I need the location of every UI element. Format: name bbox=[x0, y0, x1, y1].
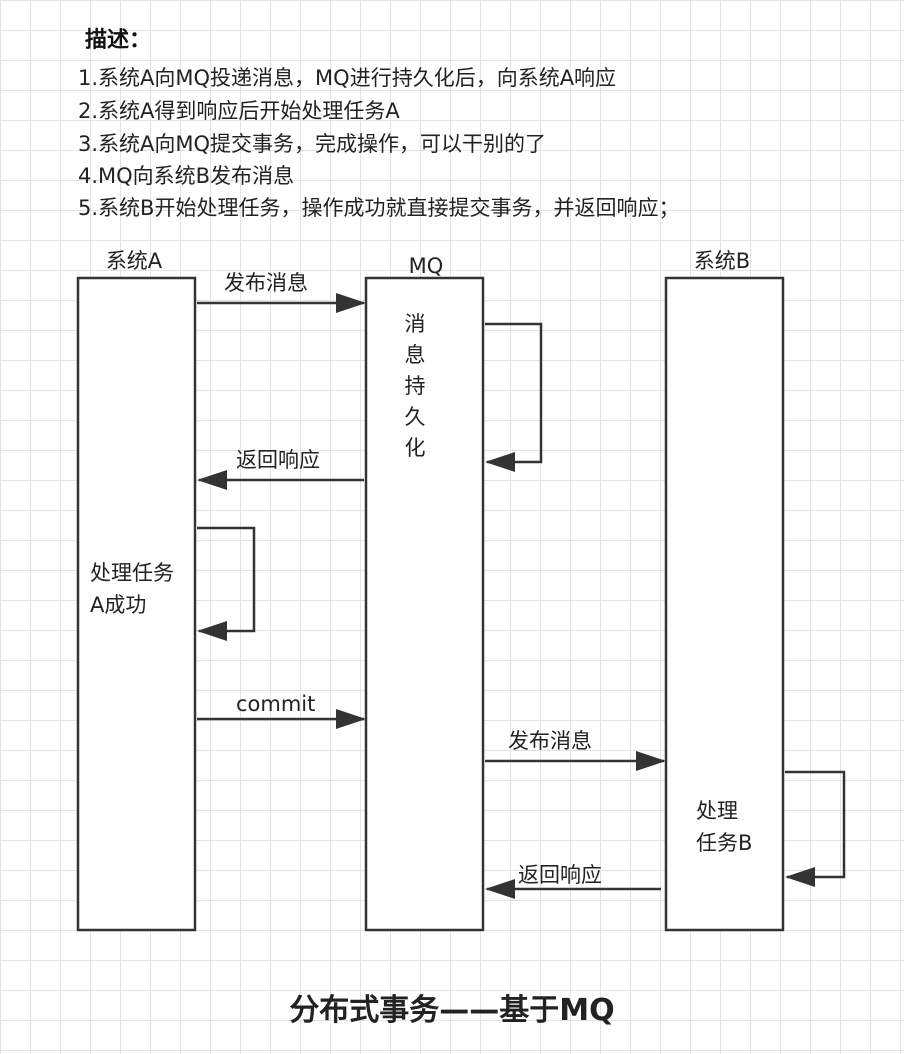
participant-a-label: 系统A bbox=[106, 249, 163, 273]
message-a-to-mq-commit-label: commit bbox=[236, 692, 315, 716]
footer-title: 分布式事务——基于MQ bbox=[289, 993, 615, 1028]
mq-persist-char-2: 息 bbox=[405, 343, 426, 367]
sequence-diagram: 系统A MQ 系统B 发布消息 消 息 持 久 化 返回响应 处理任务 A成功 … bbox=[76, 249, 846, 932]
loop-b-process bbox=[785, 770, 846, 887]
mq-persist-char-4: 久 bbox=[405, 405, 426, 429]
loop-a-process bbox=[197, 526, 256, 641]
message-mq-to-b-publish-label: 发布消息 bbox=[508, 729, 592, 753]
mq-persist-char-3: 持 bbox=[405, 374, 426, 398]
a-process-line-2: A成功 bbox=[90, 593, 146, 617]
loop-mq-persist bbox=[485, 322, 543, 472]
participant-mq-label: MQ bbox=[409, 254, 444, 278]
mq-persist-char-1: 消 bbox=[405, 312, 426, 336]
b-process-line-2: 任务B bbox=[696, 831, 752, 855]
message-a-to-mq-publish-label: 发布消息 bbox=[224, 271, 308, 295]
message-mq-to-a-response-label: 返回响应 bbox=[236, 448, 320, 472]
a-process-line-1: 处理任务 bbox=[90, 561, 174, 585]
participant-b-label: 系统B bbox=[694, 249, 750, 273]
message-b-to-mq-response-label: 返回响应 bbox=[518, 863, 602, 887]
b-process-line-1: 处理 bbox=[696, 799, 738, 823]
mq-persist-char-5: 化 bbox=[405, 436, 426, 460]
